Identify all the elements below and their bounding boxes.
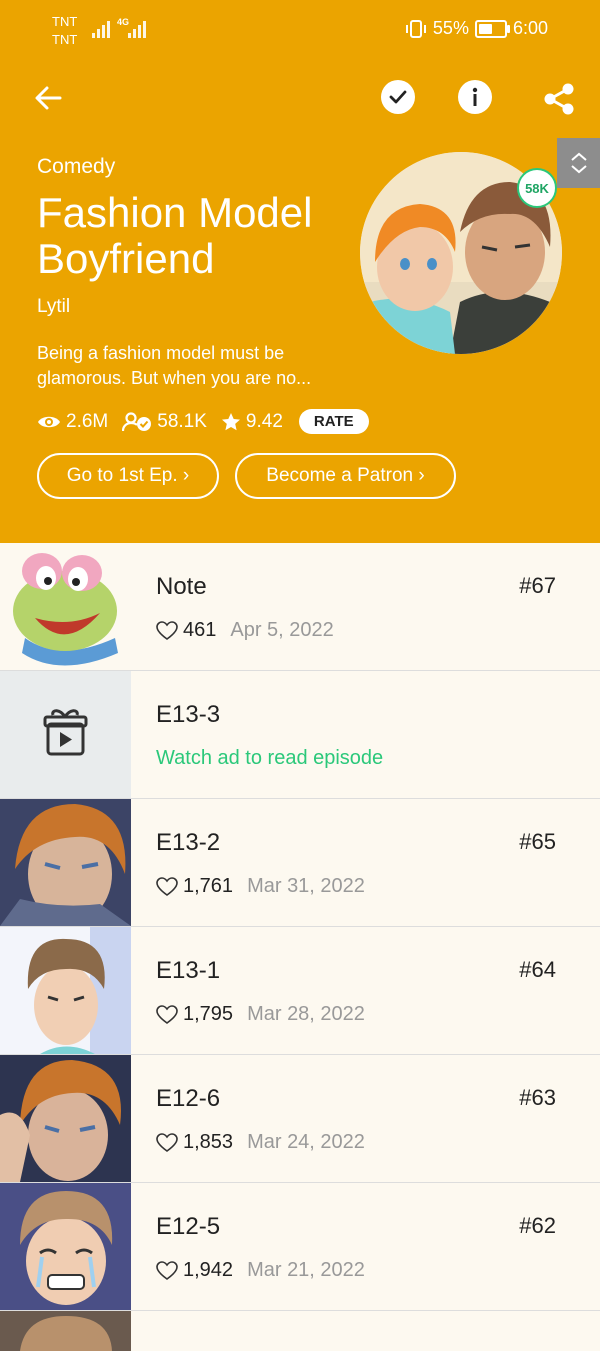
status-right: 55% 6:00 <box>405 18 548 39</box>
episode-date: Apr 5, 2022 <box>230 619 334 641</box>
episode-row[interactable]: Note #67 461 Apr 5, 2022 <box>0 543 600 671</box>
episode-thumbnail <box>0 543 131 670</box>
episode-thumbnail-locked <box>0 671 131 798</box>
carrier-labels: TNT TNT <box>52 13 77 49</box>
share-button[interactable] <box>540 80 578 118</box>
frog-mascot-image <box>0 543 131 670</box>
gift-video-icon <box>43 709 88 756</box>
battery-percent: 55% <box>432 18 469 38</box>
episode-thumbnail <box>0 1311 131 1351</box>
heart-icon <box>156 876 178 896</box>
episode-row[interactable]: E13-1 #64 1,795 Mar 28, 2022 <box>0 927 600 1055</box>
episode-number: #62 <box>519 1213 556 1238</box>
episode-likes: 1,942 <box>183 1259 234 1281</box>
episode-title: Note <box>156 573 207 600</box>
become-patron-button[interactable]: Become a Patron › <box>235 453 456 499</box>
episode-number: #65 <box>519 829 556 854</box>
episode-title: E12-6 <box>156 1085 221 1112</box>
share-icon <box>544 83 574 115</box>
heart-icon <box>156 620 178 640</box>
signal-icon-2 <box>128 18 146 38</box>
vibrate-icon <box>405 19 426 38</box>
episode-likes: 1,853 <box>183 1131 234 1153</box>
chevron-down-icon <box>570 165 587 174</box>
battery-icon <box>474 19 510 38</box>
episode-date: Mar 24, 2022 <box>247 1131 365 1153</box>
check-icon <box>389 90 407 104</box>
cover-badge: 58K <box>517 168 557 208</box>
episode-title: E12-5 <box>156 1213 221 1240</box>
episode-title: E13-2 <box>156 829 221 856</box>
episode-row-locked[interactable]: E13-3 Watch ad to read episode <box>0 671 600 799</box>
episode-number: #63 <box>519 1085 556 1110</box>
episode-date: Mar 28, 2022 <box>247 1003 365 1025</box>
subscribers-count: 58.1K <box>157 410 207 432</box>
info-button[interactable] <box>458 80 492 114</box>
signal-icon <box>92 18 110 38</box>
episode-meta: 1,761 Mar 31, 2022 <box>156 875 365 898</box>
eye-icon <box>38 416 60 427</box>
episode-thumbnail <box>0 1183 131 1310</box>
rating-stat: 9.42 <box>221 411 283 433</box>
episode-thumbnail <box>0 1055 131 1182</box>
back-button[interactable] <box>30 80 66 116</box>
episode-title: E13-1 <box>156 957 221 984</box>
episode-likes: 461 <box>183 619 217 641</box>
subscribers-icon <box>122 411 152 431</box>
episode-row[interactable]: E12-5 #62 1,942 Mar 21, 2022 <box>0 1183 600 1311</box>
arrow-left-icon <box>35 86 62 110</box>
author-name[interactable]: Lytil <box>37 296 70 318</box>
clock: 6:00 <box>512 18 548 38</box>
episode-thumbnail-art <box>0 1055 131 1182</box>
episode-thumbnail <box>0 799 131 926</box>
heart-icon <box>156 1004 178 1024</box>
chevron-up-icon <box>570 152 587 161</box>
star-icon <box>221 412 240 430</box>
rate-button[interactable]: RATE <box>298 409 369 434</box>
rating-value: 9.42 <box>245 410 283 432</box>
episode-list: Note #67 461 Apr 5, 2022 E13-3 Watch ad … <box>0 543 600 1351</box>
info-icon <box>472 87 478 106</box>
episode-likes: 1,761 <box>183 875 234 897</box>
episode-number: #64 <box>519 957 556 982</box>
episode-thumbnail-art <box>0 799 131 926</box>
series-header: TNT TNT 4G 55% 6:00 Comedy Fashion Model… <box>0 0 600 543</box>
first-episode-button[interactable]: Go to 1st Ep. › <box>37 453 219 499</box>
episode-meta: 1,795 Mar 28, 2022 <box>156 1003 365 1026</box>
status-bar: TNT TNT 4G 55% 6:00 <box>0 0 600 58</box>
views-stat: 2.6M <box>37 411 108 433</box>
subscribers-stat: 58.1K <box>122 411 207 433</box>
episode-likes: 1,795 <box>183 1003 234 1025</box>
carrier-2: TNT <box>52 32 78 47</box>
episode-meta: 1,942 Mar 21, 2022 <box>156 1259 365 1282</box>
heart-icon <box>156 1132 178 1152</box>
episode-date: Mar 31, 2022 <box>247 875 365 897</box>
watch-ad-label[interactable]: Watch ad to read episode <box>156 747 383 770</box>
subscribe-button[interactable] <box>381 80 415 114</box>
series-description[interactable]: Being a fashion model must be glamorous.… <box>37 341 337 391</box>
episode-meta: 461 Apr 5, 2022 <box>156 619 334 642</box>
episode-row[interactable]: E12-6 #63 1,853 Mar 24, 2022 <box>0 1055 600 1183</box>
carrier-1: TNT <box>52 14 78 29</box>
episode-date: Mar 21, 2022 <box>247 1259 365 1281</box>
episode-row[interactable]: E13-2 #65 1,761 Mar 31, 2022 <box>0 799 600 927</box>
episode-meta: 1,853 Mar 24, 2022 <box>156 1131 365 1154</box>
heart-icon <box>156 1260 178 1280</box>
series-stats: 2.6M 58.1K 9.42 RATE <box>37 409 369 434</box>
episode-title: E13-3 <box>156 701 221 728</box>
episode-thumbnail-art <box>0 1311 131 1351</box>
episode-row-partial[interactable] <box>0 1311 600 1351</box>
episode-thumbnail <box>0 927 131 1054</box>
views-count: 2.6M <box>66 410 109 432</box>
series-title: Fashion Model Boyfriend <box>37 189 313 282</box>
episode-thumbnail-art <box>0 927 131 1054</box>
scroll-toggle[interactable] <box>557 138 600 188</box>
episode-thumbnail-art <box>0 1183 131 1310</box>
genre-label: Comedy <box>37 155 116 178</box>
episode-number: #67 <box>519 573 556 598</box>
